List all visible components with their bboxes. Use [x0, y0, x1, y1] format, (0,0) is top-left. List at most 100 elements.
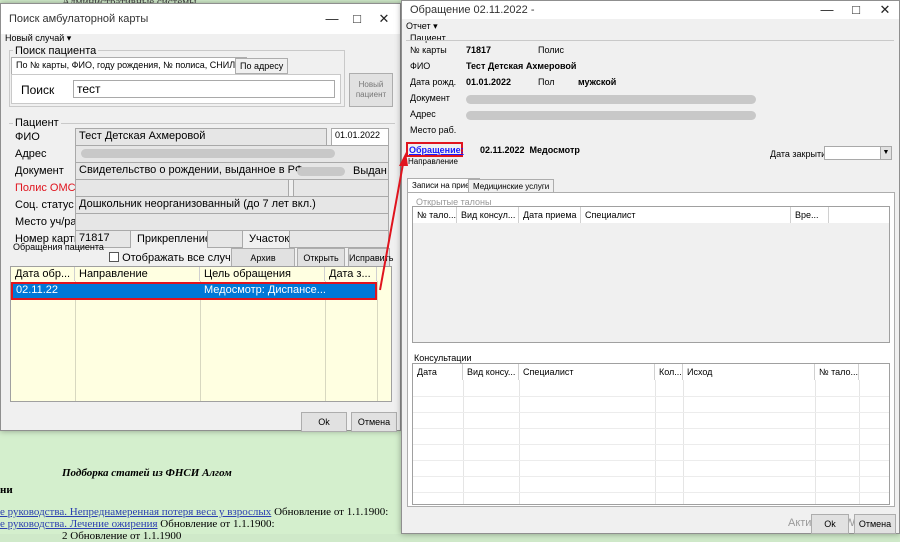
consult-grid: Дата Вид консу... Специалист Кол... Исхо… [412, 363, 890, 505]
close-button[interactable]: ✕ [872, 1, 898, 19]
sex-label: Пол [538, 77, 555, 87]
new-case-menu-label: Новый случай [5, 33, 65, 43]
chevron-down-icon[interactable]: ▼ [880, 147, 891, 159]
col-count[interactable]: Кол... [655, 364, 683, 380]
address-label: Адрес [15, 148, 47, 160]
attach-label: Прикрепление [137, 233, 212, 245]
tab-address[interactable]: По адресу [235, 58, 289, 74]
document-label: Документ [410, 93, 450, 103]
cancel-button[interactable]: Отмена [854, 514, 896, 534]
new-patient-button[interactable]: Новый пациент [349, 73, 393, 107]
new-case-menu[interactable]: Новый случай ▾ [5, 33, 71, 44]
oms-label: Полис ОМС [15, 182, 76, 194]
policy-label: Полис [538, 45, 565, 55]
grid-divider [815, 380, 816, 504]
oms-field[interactable] [75, 179, 289, 197]
fio-label: ФИО [410, 61, 431, 71]
grid-divider [655, 380, 656, 504]
workplace-label: Место раб. [410, 125, 457, 135]
col-consult-type[interactable]: Вид консу... [463, 364, 519, 380]
bg-line-1: е руководства. Непреднамеренная потеря в… [0, 506, 388, 518]
close-button[interactable]: ✕ [371, 10, 397, 28]
close-date-label: Дата закрытия [770, 149, 831, 159]
grid-divider [859, 380, 860, 504]
address-redacted [81, 149, 335, 158]
minimize-button[interactable]: — [814, 1, 840, 19]
checkbox-box [109, 252, 119, 262]
birth-label: Дата рожд. [410, 77, 457, 87]
bg-line-2-text: Обновление от 1.1.1900: [157, 518, 275, 530]
show-all-label: Отображать все случаи [122, 252, 231, 264]
visit-window: Обращение 02.11.2022 - — □ ✕ Отчет ▾ Пац… [401, 0, 900, 534]
address-redacted [466, 111, 756, 120]
close-date-picker[interactable]: ▼ [824, 146, 892, 160]
fio-label: ФИО [15, 131, 40, 143]
grid-row-line [413, 460, 889, 461]
annotation-arrow [379, 152, 408, 291]
chevron-down-icon: ▾ [66, 33, 72, 43]
document-value: Свидетельство о рождении, выданное в РФ: [79, 164, 307, 176]
report-menu[interactable]: Отчет ▾ [406, 21, 438, 32]
maximize-button[interactable]: □ [344, 10, 370, 28]
visit-link[interactable]: Обращение: [409, 145, 464, 155]
attach-field[interactable] [207, 230, 243, 248]
col-time[interactable]: Вре... [791, 207, 829, 223]
visits-grid: Дата обр... Направление Цель обращения Д… [10, 266, 392, 402]
show-all-checkbox[interactable]: Отображать все случаи [109, 252, 231, 266]
archive-button[interactable]: Архив пациента [231, 248, 295, 281]
birth-date-field[interactable]: 01.01.2022 [331, 128, 389, 146]
bg-heading: Подборка статей из ФНСИ Алгом [62, 467, 232, 479]
sex-value: мужской [578, 77, 617, 87]
visit-value: 02.11.2022 Медосмотр [480, 145, 580, 155]
chevron-down-icon: ▾ [433, 21, 438, 31]
col-outcome[interactable]: Исход [683, 364, 815, 380]
ok-button[interactable]: Ok [811, 514, 849, 534]
grid-row-line [413, 412, 889, 413]
grid-row-line [413, 396, 889, 397]
maximize-button[interactable]: □ [843, 1, 869, 19]
grid-divider [519, 380, 520, 504]
address-label: Адрес [410, 109, 436, 119]
tab-search[interactable]: По № карты, ФИО, году рождения, № полиса… [11, 57, 247, 74]
fio-value: Тест Детская Ахмеровой [466, 61, 577, 71]
bg-link-2[interactable]: е руководства. Лечение ожирения [0, 518, 158, 530]
birth-value: 01.01.2022 [466, 77, 512, 87]
col-specialist[interactable]: Специалист [581, 207, 791, 223]
right-window-title: Обращение 02.11.2022 - [410, 4, 535, 16]
bg-bold-fragment: ни [0, 484, 13, 496]
bg-line-3: 2 Обновление от 1.1.1900 [62, 530, 182, 542]
social-label: Соц. статус [15, 199, 74, 211]
patient-search-group-title: Поиск пациента [13, 45, 99, 57]
grid-row-line [413, 476, 889, 477]
patient-search-window: Поиск амбулаторной карты — □ ✕ Новый слу… [0, 3, 401, 432]
search-input[interactable]: тест [73, 80, 335, 98]
col-specialist[interactable]: Специалист [519, 364, 655, 380]
col-ticket-no[interactable]: № тало... [815, 364, 859, 380]
bg-link-1[interactable]: е руководства. Непреднамеренная потеря в… [0, 506, 271, 518]
col-consult-type[interactable]: Вид консул... [457, 207, 519, 223]
fio-field[interactable]: Тест Детская Ахмеровой [75, 128, 327, 146]
district-label: Участок [249, 233, 290, 245]
open-tickets-grid: № тало... Вид консул... Дата приема Спец… [412, 206, 890, 343]
card-value: 71817 [466, 45, 492, 55]
minimize-button[interactable]: — [319, 10, 345, 28]
bg-line-2: е руководства. Лечение ожирения Обновлен… [0, 518, 275, 530]
grid-row-line [413, 444, 889, 445]
visits-group-title: Обращения пациента [13, 242, 104, 252]
workplace-field[interactable] [75, 213, 389, 231]
col-direction[interactable]: Направление [75, 267, 200, 281]
col-date[interactable]: Дата [413, 364, 463, 380]
document-redacted [466, 95, 756, 104]
col-purpose[interactable]: Цель обращения [200, 267, 325, 281]
col-date[interactable]: Дата обр... [11, 267, 75, 281]
workplace-label: Место уч/раб [15, 216, 83, 228]
grid-row-line [413, 492, 889, 493]
col-ticket-no[interactable]: № тало... [413, 207, 457, 223]
cancel-button[interactable]: Отмена [351, 412, 397, 432]
ok-button[interactable]: Ok [301, 412, 347, 432]
col-appt-date[interactable]: Дата приема [519, 207, 581, 223]
open-ak-button[interactable]: Открыть АК [297, 248, 345, 281]
report-menu-label: Отчет [406, 21, 431, 31]
social-field[interactable]: Дошкольник неорганизованный (до 7 лет вк… [75, 196, 389, 214]
document-redacted [297, 167, 345, 176]
